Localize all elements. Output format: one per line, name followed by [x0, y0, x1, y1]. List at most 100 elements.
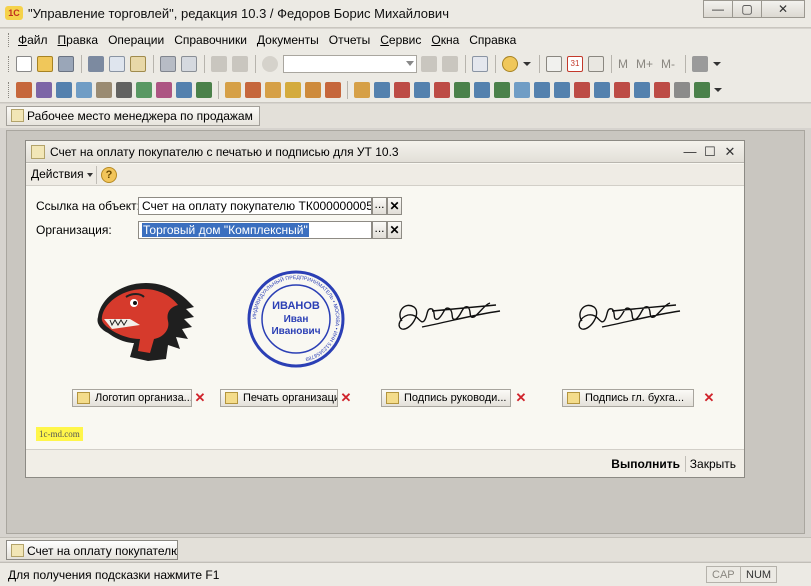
copy-icon[interactable]: [109, 56, 125, 72]
find-next-icon[interactable]: [421, 56, 437, 72]
toolbar-search-input[interactable]: [283, 55, 417, 73]
cut-icon[interactable]: [88, 56, 104, 72]
organization-seal-image[interactable]: ИНДИВИДУАЛЬНЫЙ ПРЕДПРИНИМАТЕЛЬ • МОСКВА …: [246, 269, 346, 369]
head-signature-select-button[interactable]: Подпись руководи...: [381, 389, 511, 407]
order-icon[interactable]: [225, 82, 241, 98]
approve-icon[interactable]: [694, 82, 710, 98]
organization-logo-image[interactable]: [90, 277, 198, 363]
folder-chart-icon[interactable]: [494, 82, 510, 98]
form-title-bar[interactable]: Счет на оплату покупателю с печатью и по…: [26, 141, 744, 163]
help-button[interactable]: ?: [101, 167, 117, 183]
object-ref-pick-button[interactable]: ...: [372, 197, 387, 215]
toolbar-overflow-icon[interactable]: [714, 88, 722, 92]
form-minimize-button[interactable]: —: [680, 144, 700, 160]
table-red-icon[interactable]: [654, 82, 670, 98]
money-icon[interactable]: [354, 82, 370, 98]
payment-icon[interactable]: [285, 82, 301, 98]
menu-item-2[interactable]: Операции: [108, 33, 164, 47]
logo-delete-button[interactable]: ✕: [193, 390, 207, 406]
save-icon[interactable]: [58, 56, 74, 72]
organization-clear-button[interactable]: ✕: [387, 221, 402, 239]
form-maximize-button[interactable]: ☐: [700, 144, 720, 160]
copy-to-clipboard-icon[interactable]: [588, 56, 604, 72]
invoice-icon[interactable]: [76, 82, 92, 98]
list-report-icon[interactable]: [534, 82, 550, 98]
paste-icon[interactable]: [130, 56, 146, 72]
menu-item-7[interactable]: Окна: [431, 33, 459, 47]
menu-item-8[interactable]: Справка: [469, 33, 516, 47]
memory-subtract-button[interactable]: M-: [661, 57, 675, 71]
info-dropdown-icon[interactable]: [523, 62, 531, 66]
menu-item-3[interactable]: Справочники: [174, 33, 247, 47]
report-red-icon[interactable]: [414, 82, 430, 98]
accountant-signature-delete-button[interactable]: ✕: [702, 390, 716, 406]
search-dropdown-icon[interactable]: [406, 61, 414, 66]
toolbar-grip-handle[interactable]: [8, 82, 11, 98]
purchase-icon[interactable]: [36, 82, 52, 98]
accountant-signature-image[interactable]: [572, 291, 684, 341]
organization-field[interactable]: Торговый дом "Комплексный": [138, 221, 372, 239]
cash-register-icon[interactable]: [96, 82, 112, 98]
seal-delete-button[interactable]: ✕: [339, 390, 353, 406]
print-icon[interactable]: [160, 56, 176, 72]
find-previous-icon[interactable]: [442, 56, 458, 72]
calendar-list-icon[interactable]: [156, 82, 172, 98]
menu-item-6[interactable]: Сервис: [380, 33, 421, 47]
settings-tool-icon[interactable]: [692, 56, 709, 72]
actions-menu-button[interactable]: Действия: [31, 167, 93, 181]
accountant-signature-select-button[interactable]: Подпись гл. бухга...: [562, 389, 694, 407]
goods-receipt-icon[interactable]: [265, 82, 281, 98]
form-close-button[interactable]: ✕: [720, 144, 740, 160]
calculator-icon[interactable]: [546, 56, 562, 72]
people-icon[interactable]: [116, 82, 132, 98]
sigma-report-icon[interactable]: [574, 82, 590, 98]
head-signature-image[interactable]: [392, 291, 504, 341]
head-signature-delete-button[interactable]: ✕: [514, 390, 528, 406]
print-document-icon[interactable]: [56, 82, 72, 98]
execute-button[interactable]: Выполнить: [611, 457, 680, 471]
window-tab-invoice[interactable]: Счет на оплату покупателю ...: [6, 540, 178, 560]
undo-icon[interactable]: [211, 56, 227, 72]
data-flow-icon[interactable]: [454, 82, 470, 98]
reports-icon[interactable]: [176, 82, 192, 98]
menu-grip-handle[interactable]: [8, 33, 11, 47]
form-close-text-button[interactable]: Закрыть: [690, 457, 736, 471]
panel-tab-sales-workplace[interactable]: Рабочее место менеджера по продажам: [6, 106, 260, 126]
table-report-icon[interactable]: [634, 82, 650, 98]
document-green-icon[interactable]: [474, 82, 490, 98]
transfer-icon[interactable]: [394, 82, 410, 98]
logo-select-button[interactable]: Логотип организа...: [72, 389, 192, 407]
document-arrow-icon[interactable]: [374, 82, 390, 98]
sigma-list-icon[interactable]: [614, 82, 630, 98]
organization-pick-button[interactable]: ...: [372, 221, 387, 239]
windows-icon[interactable]: [472, 56, 488, 72]
object-ref-clear-button[interactable]: ✕: [387, 197, 402, 215]
sales-chart-icon[interactable]: [196, 82, 212, 98]
sigma-icon[interactable]: [594, 82, 610, 98]
new-document-icon[interactable]: [16, 56, 32, 72]
memory-add-button[interactable]: M+: [636, 57, 653, 71]
sum-report-icon[interactable]: [554, 82, 570, 98]
arrow-report-icon[interactable]: [514, 82, 530, 98]
contract-icon[interactable]: [325, 82, 341, 98]
print-preview-icon[interactable]: [181, 56, 197, 72]
customer-order-icon[interactable]: [245, 82, 261, 98]
calendar-icon[interactable]: 31: [567, 56, 583, 72]
menu-item-4[interactable]: Документы: [257, 33, 319, 47]
checklist-icon[interactable]: [674, 82, 690, 98]
close-window-button[interactable]: ✕: [761, 0, 805, 18]
search-icon[interactable]: [262, 56, 278, 72]
menu-item-1[interactable]: Правка: [58, 33, 99, 47]
menu-item-0[interactable]: Файл: [18, 33, 48, 47]
menu-item-5[interactable]: Отчеты: [329, 33, 370, 47]
toolbar-grip-handle[interactable]: [8, 56, 11, 72]
warehouse-icon[interactable]: [305, 82, 321, 98]
document-journal-icon[interactable]: [16, 82, 32, 98]
seal-select-button[interactable]: Печать организации: [220, 389, 338, 407]
minimize-button[interactable]: —: [703, 0, 733, 18]
open-folder-icon[interactable]: [37, 56, 53, 72]
maximize-button[interactable]: ▢: [732, 0, 762, 18]
redo-icon[interactable]: [232, 56, 248, 72]
report-blue-icon[interactable]: [434, 82, 450, 98]
catalog-icon[interactable]: [136, 82, 152, 98]
